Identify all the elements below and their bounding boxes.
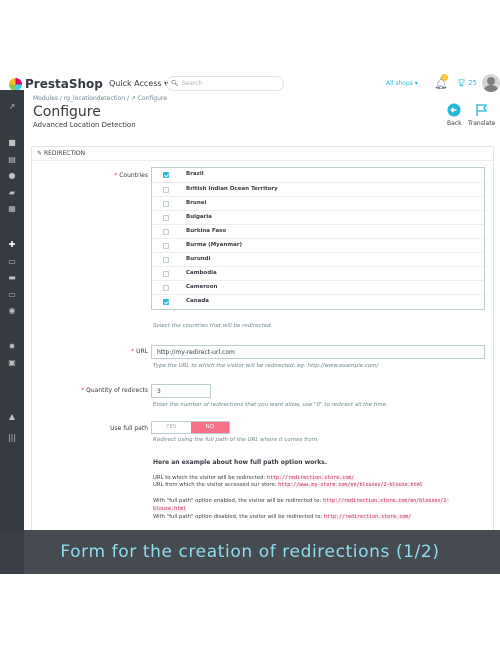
customers-icon[interactable]: ● (0, 171, 24, 180)
panel-heading-text: REDIRECTION (43, 150, 86, 157)
country-checkbox[interactable] (163, 229, 169, 235)
search-icon: 🔍︎ (171, 80, 179, 87)
quantity-help: Enter the number of redirections that yo… (153, 402, 388, 408)
alert-bell-icon[interactable]: ▲ (0, 412, 24, 421)
country-name: Brunei (186, 200, 207, 206)
prestashop-logo-icon (9, 77, 22, 91)
back-arrow-icon (447, 103, 461, 117)
example-line-3-cont: blouse.html (153, 506, 187, 512)
back-label: Back (447, 120, 462, 127)
back-button[interactable]: Back (447, 103, 462, 127)
country-name: British Indian Ocean Territory (186, 186, 278, 192)
quick-access-menu[interactable]: Quick Access ▾ (109, 79, 168, 88)
page-title: Configure (33, 104, 101, 120)
countries-label-text: Countries (119, 172, 148, 179)
full-path-toggle[interactable]: YES NO (151, 421, 230, 434)
countries-label: * Countries (114, 172, 148, 179)
search-input[interactable]: 🔍︎ Search (166, 76, 284, 91)
list-item[interactable]: Burma (Myanmar) (152, 238, 484, 252)
country-checkbox[interactable] (163, 187, 169, 193)
avatar[interactable] (482, 74, 500, 92)
countries-list[interactable]: Brazil British Indian Ocean Territory Br… (151, 167, 485, 310)
translate-label: Translate (468, 120, 496, 127)
full-path-label: Use full path (110, 425, 148, 432)
prestashop-logo[interactable]: PrestaShop (9, 77, 103, 91)
url-label: * URL (131, 348, 148, 355)
example-line-2: URL from which the visitor accessed our … (153, 482, 423, 488)
country-name: Burkina Faso (186, 228, 227, 234)
countries-help: Select the countries that will be redire… (153, 323, 273, 329)
country-checkbox[interactable] (163, 201, 169, 207)
country-checkbox[interactable] (163, 172, 169, 178)
country-name: Burundi (186, 256, 211, 262)
country-checkbox[interactable] (163, 215, 169, 221)
advanced-params-icon[interactable]: ▣ (0, 358, 24, 367)
trophy-count: 25 (468, 79, 478, 87)
country-name: Cambodia (186, 270, 217, 276)
full-path-yes[interactable]: YES (152, 422, 191, 433)
country-checkbox[interactable] (163, 243, 169, 249)
translate-button[interactable]: Translate (468, 103, 495, 127)
country-name: Burma (Myanmar) (186, 242, 243, 248)
full-path-help: Redirect using the full path of the URL … (153, 437, 319, 443)
country-checkbox[interactable] (163, 285, 169, 291)
trending-icon[interactable]: ↗ (0, 102, 24, 111)
list-item[interactable]: Cameroon (152, 280, 484, 294)
messages-icon[interactable]: ▰ (0, 188, 24, 197)
international-icon[interactable]: ◉ (0, 306, 24, 315)
country-checkbox[interactable] (163, 299, 169, 305)
settings-gear-icon[interactable]: ✹ (0, 342, 24, 351)
quantity-input[interactable]: 3 (151, 384, 211, 398)
url-help: Type the URL to which the visitor will b… (153, 363, 379, 369)
country-name: Brazil (186, 171, 204, 177)
payment-icon[interactable]: ▭ (0, 290, 24, 299)
country-name: Bulgaria (186, 214, 212, 220)
url-label-text: URL (136, 348, 148, 355)
country-name: Canada (186, 298, 210, 304)
list-item[interactable]: British Indian Ocean Territory (152, 182, 484, 196)
country-checkbox[interactable] (163, 271, 169, 277)
example-line-1: URL to which the visitor will be redirec… (153, 475, 355, 481)
orders-icon[interactable]: ■ (0, 138, 24, 147)
collapse-menu-icon[interactable]: ||| (0, 433, 24, 442)
trophy-icon[interactable]: 🏆︎ 25 (457, 79, 477, 87)
design-icon[interactable]: ▭ (0, 257, 24, 266)
flag-icon (475, 104, 487, 116)
quantity-label-text: Quantity of redirects (86, 387, 148, 394)
list-item[interactable]: Brunei (152, 196, 484, 210)
edit-icon: ✎ (37, 150, 43, 157)
search-placeholder: Search (181, 80, 203, 87)
breadcrumb[interactable]: Modules / rg_locationdetection / ↗ Confi… (33, 95, 167, 102)
list-item[interactable]: Burkina Faso (152, 224, 484, 238)
full-path-no[interactable]: NO (190, 422, 229, 433)
sidebar: ↗ ■ ▤ ● ▰ ▦ ✚ ▭ ▬ ▭ ◉ ✹ ▣ ▲ ||| (0, 90, 24, 574)
catalog-icon[interactable]: ▤ (0, 155, 24, 164)
list-item[interactable]: Burundi (152, 252, 484, 266)
country-checkbox[interactable] (163, 257, 169, 263)
list-item[interactable]: Canada (152, 294, 484, 308)
notification-count-badge: 2 (441, 74, 448, 81)
example-line-4: With "full path" option disabled, the vi… (153, 514, 412, 520)
modules-icon[interactable]: ✚ (0, 240, 24, 249)
quantity-label: * Quantity of redirects (81, 387, 148, 394)
caption-banner: Form for the creation of redirections (1… (0, 530, 500, 574)
panel-heading: ✎ REDIRECTION (32, 147, 493, 161)
list-item[interactable]: Brazil (152, 168, 484, 182)
all-shops-dropdown[interactable]: All shops ▾ (386, 80, 418, 87)
example-title: Here an example about how full path opti… (153, 459, 328, 466)
url-input[interactable]: http://my-redirect-url.com (151, 345, 485, 359)
list-item[interactable]: Cambodia (152, 266, 484, 280)
top-header: PrestaShop Quick Access ▾ 🔍︎ Search All … (0, 0, 500, 92)
logo-text: PrestaShop (25, 77, 103, 91)
page-subtitle: Advanced Location Detection (33, 121, 136, 129)
example-line-3: With "full path" option enabled, the vis… (153, 498, 450, 504)
shipping-icon[interactable]: ▬ (0, 273, 24, 282)
country-name: Cameroon (186, 284, 218, 290)
list-item[interactable]: Bulgaria (152, 210, 484, 224)
stats-icon[interactable]: ▦ (0, 204, 24, 213)
